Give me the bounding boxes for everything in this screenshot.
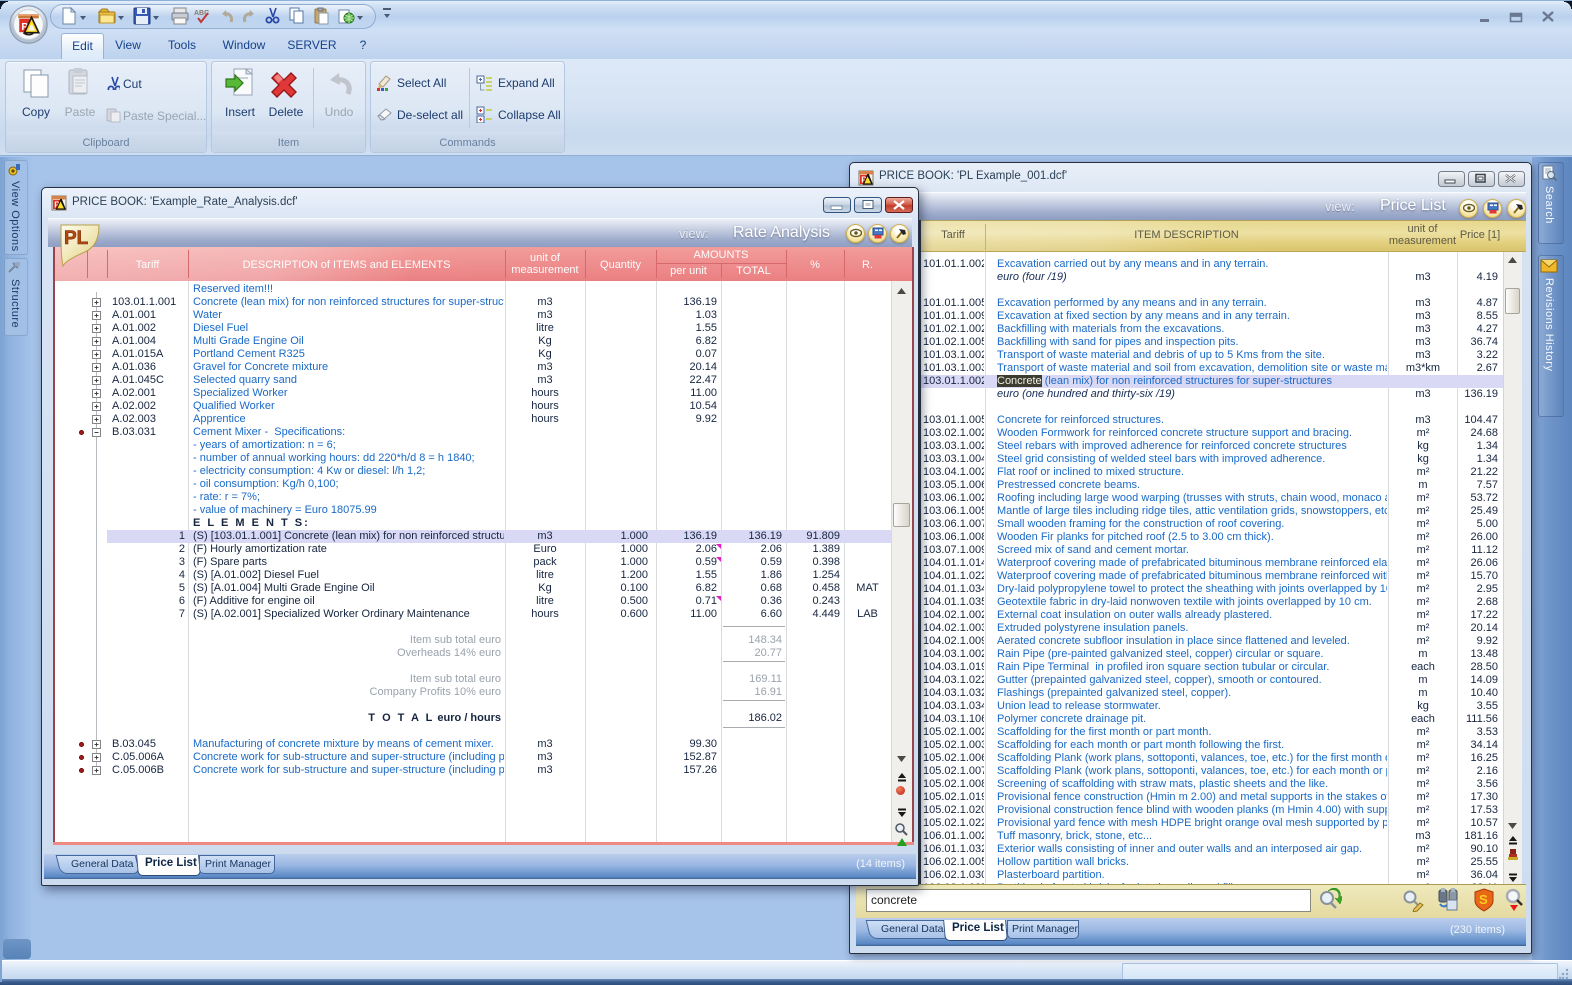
svg-text:S: S bbox=[1479, 892, 1488, 907]
svg-text:PL: PL bbox=[64, 228, 89, 249]
